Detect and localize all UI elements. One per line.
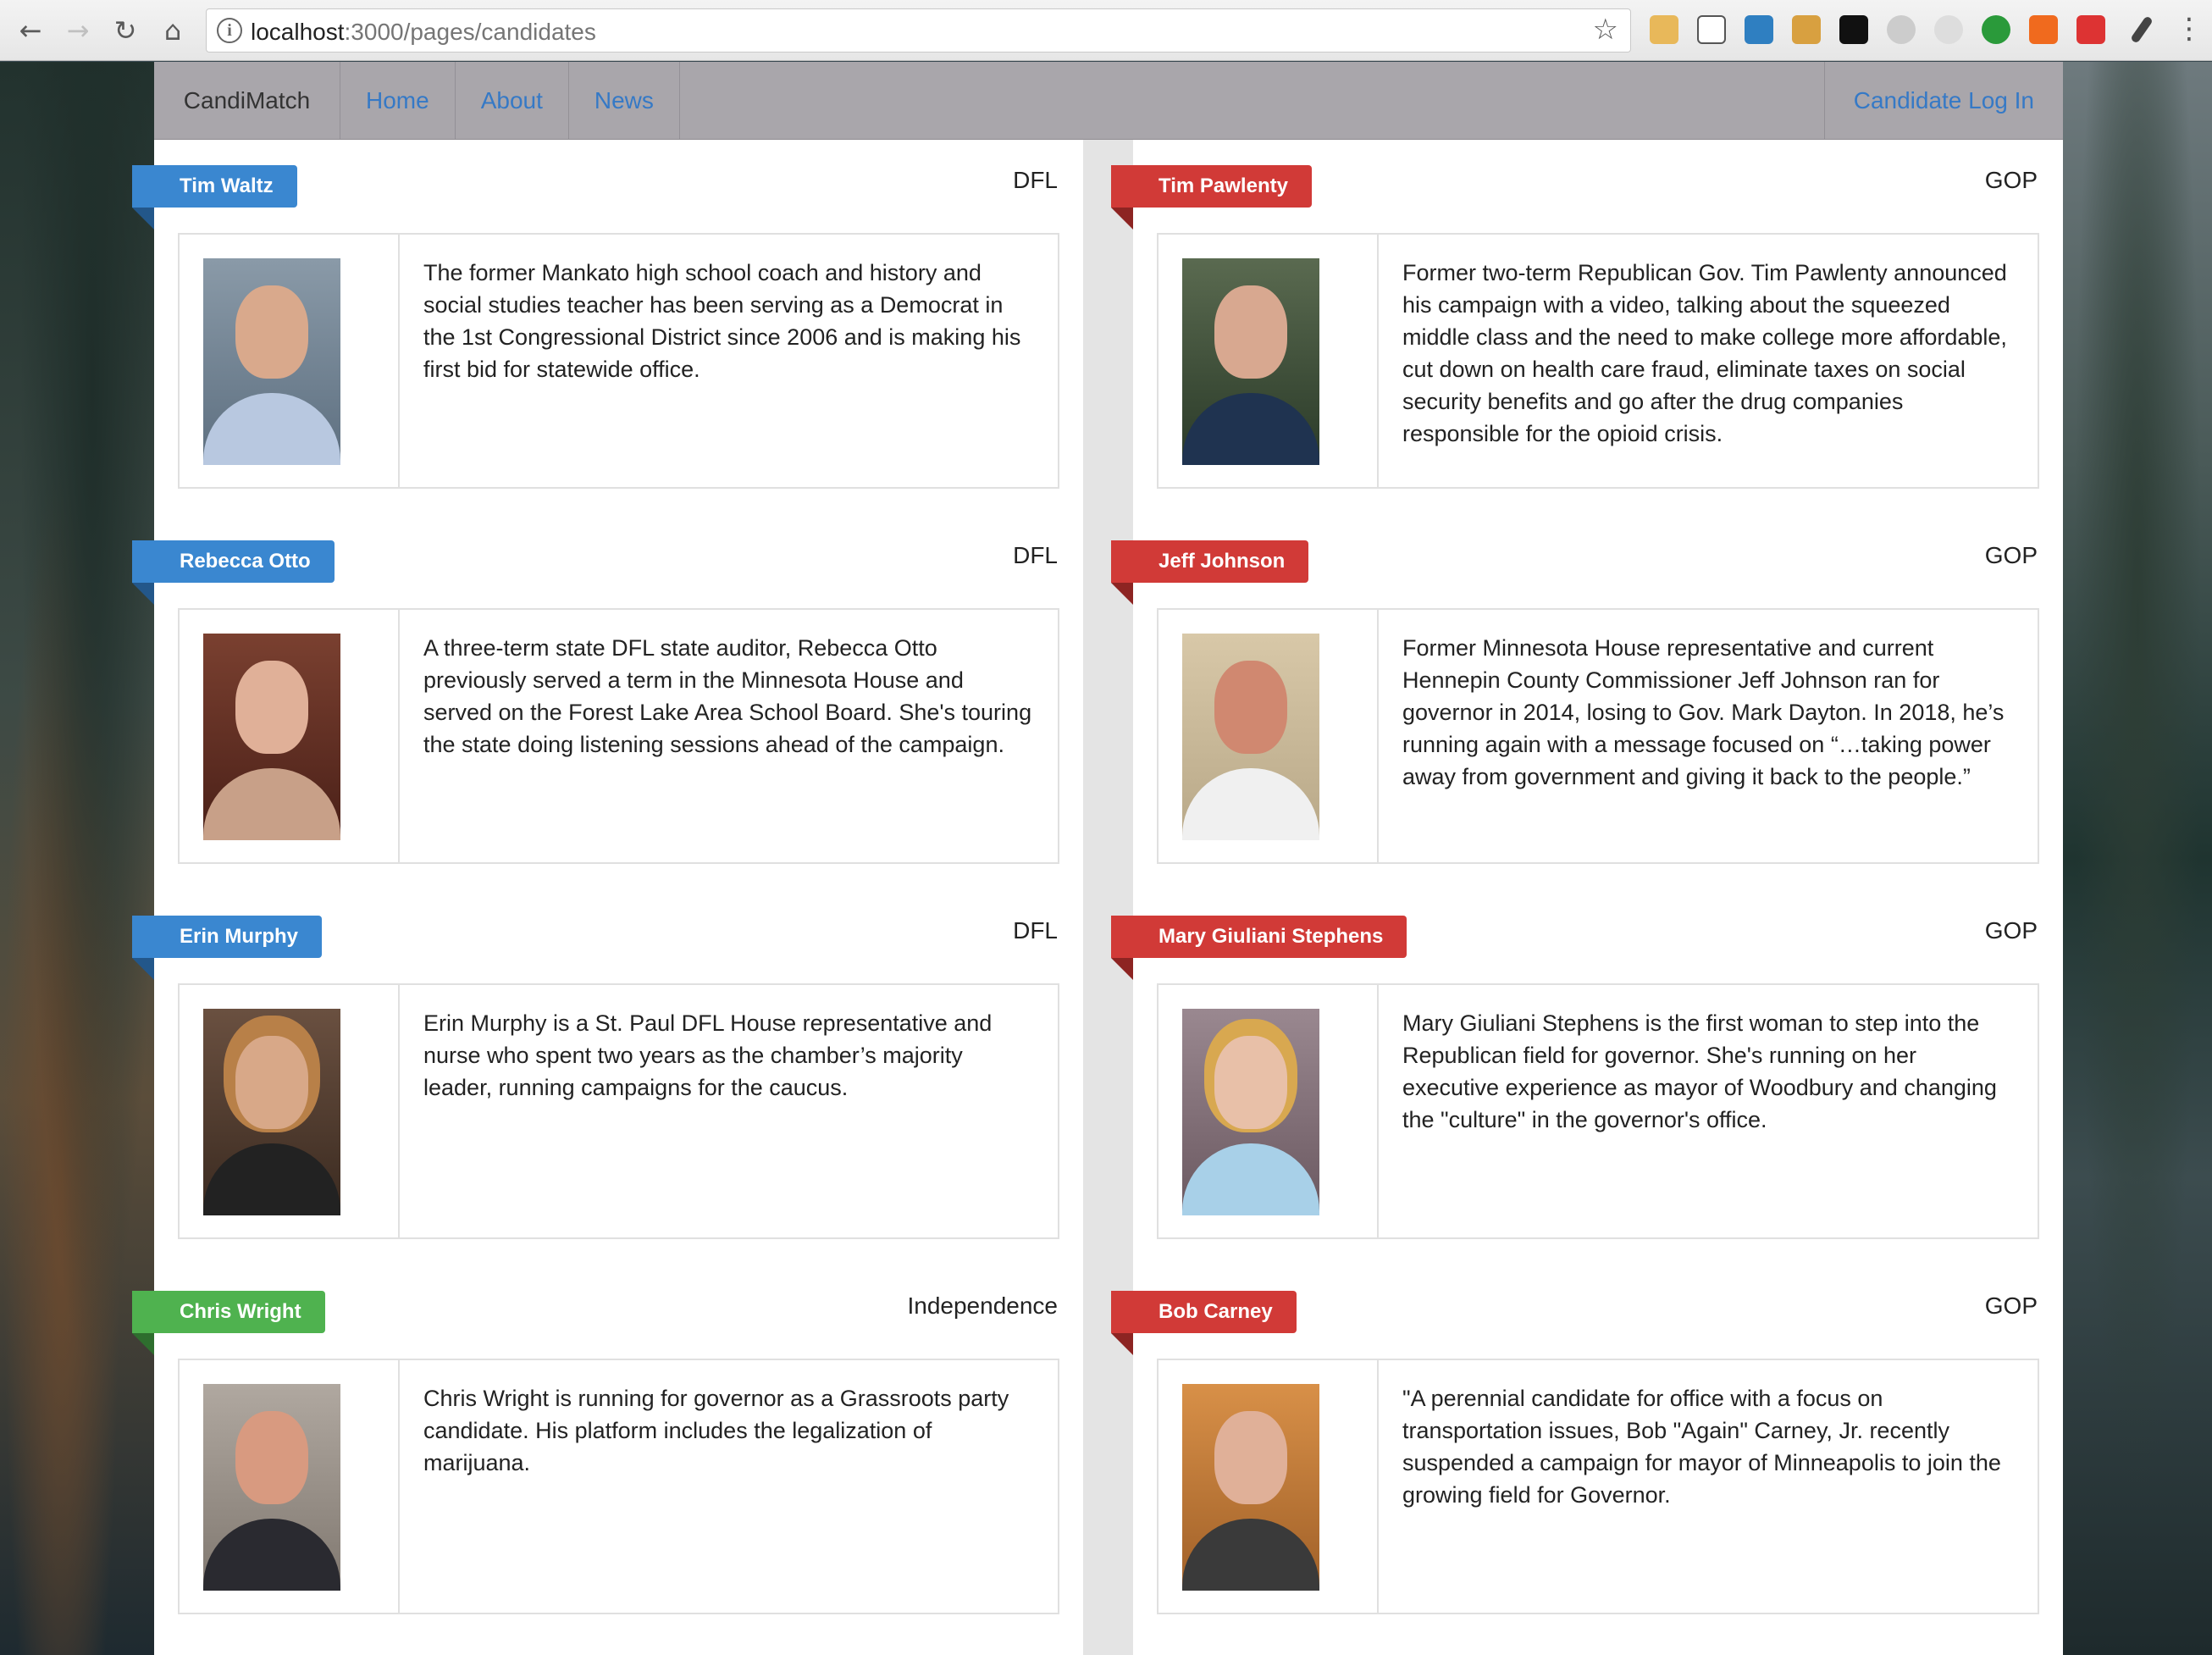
candidate-login-link[interactable]: Candidate Log In bbox=[1823, 62, 2063, 139]
background-image bbox=[0, 62, 154, 1655]
candidate-info-box: A three-term state DFL state auditor, Re… bbox=[178, 608, 1059, 864]
nav-about-link[interactable]: About bbox=[456, 62, 569, 139]
candidate-card: Bob Carney GOP "A perennial candidate fo… bbox=[1111, 1265, 2063, 1641]
forward-icon[interactable]: → bbox=[59, 12, 97, 49]
party-label: DFL bbox=[1013, 917, 1058, 944]
party-label: GOP bbox=[1984, 917, 2038, 944]
browser-menu-icon[interactable]: ⋮ bbox=[2175, 10, 2204, 51]
app-navbar: CandiMatch Home About News Candidate Log… bbox=[154, 62, 2063, 140]
candidate-info-box: Mary Giuliani Stephens is the first woma… bbox=[1157, 983, 2039, 1239]
candidate-info-box: Former Minnesota House representative an… bbox=[1157, 608, 2039, 864]
candidate-photo bbox=[203, 1384, 340, 1591]
candidate-name-ribbon[interactable]: Bob Carney bbox=[1111, 1291, 1297, 1355]
extension-icon[interactable] bbox=[1934, 15, 1963, 44]
candidate-name-ribbon[interactable]: Tim Waltz bbox=[132, 165, 297, 230]
candidate-bio: "A perennial candidate for office with a… bbox=[1402, 1386, 2001, 1508]
party-label: GOP bbox=[1984, 167, 2038, 193]
nav-news-link[interactable]: News bbox=[569, 62, 680, 139]
candidate-info-box: Former two-term Republican Gov. Tim Pawl… bbox=[1157, 233, 2039, 489]
brand-link[interactable]: CandiMatch bbox=[154, 62, 340, 139]
candidate-name-ribbon[interactable]: Jeff Johnson bbox=[1111, 540, 1309, 605]
candidate-card: Jeff Johnson GOP Former Minnesota House … bbox=[1111, 515, 2063, 890]
candidate-bio: Former two-term Republican Gov. Tim Pawl… bbox=[1402, 260, 2007, 446]
url-path: :3000/pages/candidates bbox=[344, 19, 596, 45]
candidate-photo bbox=[1182, 634, 1319, 840]
party-label: Independence bbox=[907, 1292, 1058, 1319]
nav-home-link[interactable]: Home bbox=[340, 62, 456, 139]
extension-icon[interactable] bbox=[1982, 15, 2010, 44]
candidate-photo bbox=[1182, 1384, 1319, 1591]
candidate-card: Erin Murphy DFL Erin Murphy is a St. Pau… bbox=[132, 890, 1083, 1265]
url-host: localhost bbox=[251, 19, 345, 45]
background-image bbox=[2063, 62, 2212, 1655]
candidate-name-ribbon[interactable]: Erin Murphy bbox=[132, 916, 323, 980]
extension-icon[interactable] bbox=[1839, 15, 1868, 44]
candidate-card: Chris Wright Independence Chris Wright i… bbox=[132, 1265, 1083, 1641]
extension-icon[interactable] bbox=[2029, 15, 2058, 44]
candidate-name-ribbon[interactable]: Chris Wright bbox=[132, 1291, 325, 1355]
party-label: GOP bbox=[1984, 1292, 2038, 1319]
bookmark-star-icon[interactable]: ☆ bbox=[1593, 13, 1618, 47]
candidate-info-box: Chris Wright is running for governor as … bbox=[178, 1359, 1059, 1614]
candidate-info-box: Erin Murphy is a St. Paul DFL House repr… bbox=[178, 983, 1059, 1239]
candidate-photo bbox=[203, 1009, 340, 1215]
candidate-photo bbox=[203, 258, 340, 465]
candidate-card: Rebecca Otto DFL A three-term state DFL … bbox=[132, 515, 1083, 890]
url-text: localhost:3000/pages/candidates bbox=[251, 19, 596, 46]
extension-icon[interactable] bbox=[1650, 15, 1678, 44]
party-label: GOP bbox=[1984, 542, 2038, 568]
candidate-card: Mary Giuliani Stephens GOP Mary Giuliani… bbox=[1111, 890, 2063, 1265]
candidate-name-ribbon[interactable]: Tim Pawlenty bbox=[1111, 165, 1312, 230]
extension-icon[interactable] bbox=[2077, 15, 2105, 44]
candidate-photo bbox=[1182, 1009, 1319, 1215]
home-icon[interactable]: ⌂ bbox=[154, 12, 191, 49]
candidate-card: Tim Waltz DFL The former Mankato high sc… bbox=[132, 140, 1083, 515]
candidate-info-box: "A perennial candidate for office with a… bbox=[1157, 1359, 2039, 1614]
address-bar[interactable]: i localhost:3000/pages/candidates ☆ bbox=[206, 8, 1631, 53]
candidate-bio: Former Minnesota House representative an… bbox=[1402, 635, 2005, 789]
candidate-photo bbox=[1182, 258, 1319, 465]
candidate-info-box: The former Mankato high school coach and… bbox=[178, 233, 1059, 489]
site-info-icon[interactable]: i bbox=[217, 18, 242, 43]
browser-toolbar: ← → ↻ ⌂ i localhost:3000/pages/candidate… bbox=[0, 0, 2212, 61]
candidate-column-right: Tim Pawlenty GOP Former two-term Republi… bbox=[1111, 140, 2063, 1655]
back-icon[interactable]: ← bbox=[12, 12, 49, 49]
reload-icon[interactable]: ↻ bbox=[107, 12, 144, 49]
candidate-bio: Erin Murphy is a St. Paul DFL House repr… bbox=[423, 1010, 993, 1100]
extension-icon[interactable] bbox=[1697, 15, 1726, 44]
party-label: DFL bbox=[1013, 542, 1058, 568]
candidate-bio: A three-term state DFL state auditor, Re… bbox=[423, 635, 1032, 757]
candidate-bio: Chris Wright is running for governor as … bbox=[423, 1386, 1009, 1475]
candidate-name-ribbon[interactable]: Rebecca Otto bbox=[132, 540, 335, 605]
extension-icon[interactable] bbox=[1887, 15, 1916, 44]
extension-icon[interactable] bbox=[1745, 15, 1773, 44]
party-label: DFL bbox=[1013, 167, 1058, 193]
candidate-bio: The former Mankato high school coach and… bbox=[423, 260, 1021, 382]
candidate-bio: Mary Giuliani Stephens is the first woma… bbox=[1402, 1010, 1997, 1132]
column-gutter bbox=[1083, 140, 1133, 1655]
candidate-column-left: Tim Waltz DFL The former Mankato high sc… bbox=[132, 140, 1083, 1655]
candidate-photo bbox=[203, 634, 340, 840]
extension-icon[interactable] bbox=[2130, 15, 2154, 44]
extension-icon[interactable] bbox=[1792, 15, 1821, 44]
candidate-card: Tim Pawlenty GOP Former two-term Republi… bbox=[1111, 140, 2063, 515]
candidate-name-ribbon[interactable]: Mary Giuliani Stephens bbox=[1111, 916, 1407, 980]
